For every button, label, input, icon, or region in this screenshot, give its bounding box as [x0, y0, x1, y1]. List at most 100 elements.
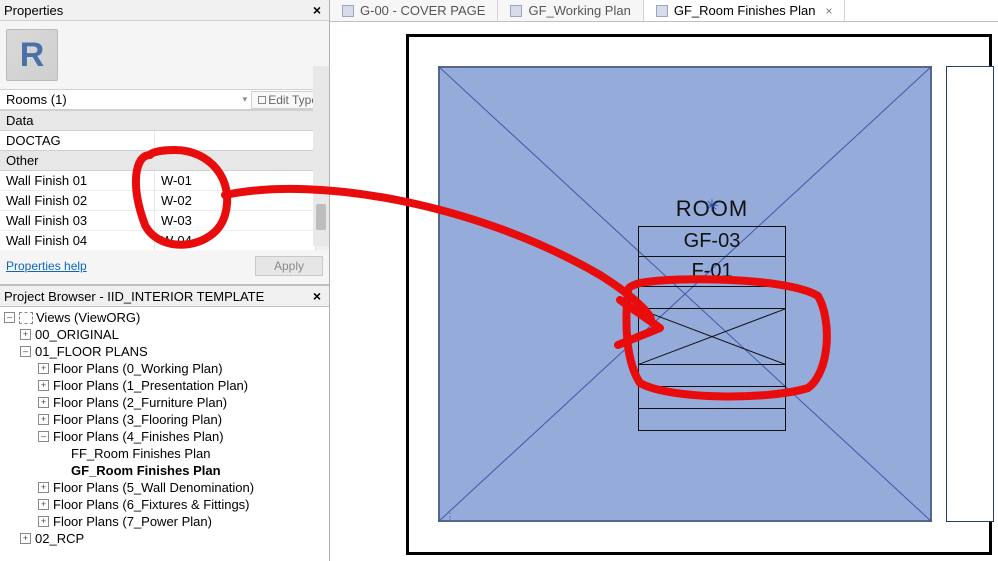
tree-node-label: Floor Plans (5_Wall Denomination)	[53, 479, 254, 496]
property-label: Wall Finish 02	[0, 191, 155, 210]
room-tag-blank-row	[638, 365, 786, 387]
expand-icon[interactable]: +	[38, 363, 49, 374]
tree-node-label: Floor Plans (1_Presentation Plan)	[53, 377, 248, 394]
property-row[interactable]: DOCTAG	[0, 131, 329, 150]
property-label: Wall Finish 03	[0, 211, 155, 230]
room-tag-blank-row	[638, 287, 786, 309]
instance-filter-dropdown[interactable]: Rooms (1)	[4, 90, 239, 109]
tree-node-label: Floor Plans (2_Furniture Plan)	[53, 394, 227, 411]
expand-icon[interactable]: +	[38, 380, 49, 391]
room-tag-blank-row	[638, 409, 786, 431]
view-tabs: G-00 - COVER PAGE GF_Working Plan GF_Room …	[330, 0, 998, 22]
tree-node[interactable]: + Floor Plans (7_Power Plan)	[2, 513, 327, 530]
sheet-icon	[656, 5, 668, 17]
tree-node[interactable]: – Views (ViewORG)	[2, 309, 327, 326]
property-label: Wall Finish 01	[0, 171, 155, 190]
project-browser-panel: Project Browser - IID_INTERIOR TEMPLATE …	[0, 285, 329, 561]
property-value[interactable]: W-04	[155, 231, 315, 250]
tree-node-label: FF_Room Finishes Plan	[71, 445, 210, 462]
twist-placeholder-icon	[56, 448, 67, 459]
property-row[interactable]: Wall Finish 04 W-04	[0, 230, 329, 250]
tree-node-label: Views (ViewORG)	[36, 309, 140, 326]
tree-node[interactable]: –01_FLOOR PLANS	[2, 343, 327, 360]
properties-scrollbar[interactable]	[313, 66, 329, 246]
property-value[interactable]: W-03	[155, 211, 315, 230]
tree-node[interactable]: + Floor Plans (2_Furniture Plan)	[2, 394, 327, 411]
tree-node-label: 01_FLOOR PLANS	[35, 343, 148, 360]
tree-node[interactable]: + Floor Plans (0_Working Plan)	[2, 360, 327, 377]
tree-node[interactable]: + Floor Plans (3_Flooring Plan)	[2, 411, 327, 428]
properties-header: Properties ×	[0, 0, 329, 21]
project-browser-tree[interactable]: –Views (ViewORG)+00_ORIGINAL–01_FLOOR PL…	[0, 307, 329, 549]
tree-node[interactable]: FF_Room Finishes Plan	[2, 445, 327, 462]
view-tab[interactable]: GF_Working Plan	[498, 0, 643, 21]
tab-label: G-00 - COVER PAGE	[360, 3, 485, 18]
collapse-icon[interactable]: –	[20, 346, 31, 357]
room-tag-blank-row	[638, 387, 786, 409]
room-tag-number: GF-03	[638, 226, 786, 257]
expand-icon[interactable]: +	[38, 397, 49, 408]
reference-marker-icon[interactable]: ✳	[705, 196, 718, 216]
tab-label: GF_Working Plan	[528, 3, 630, 18]
properties-panel: Properties × R Rooms (1) ▾ Edit Type Dat…	[0, 0, 329, 285]
tree-node[interactable]: + Floor Plans (5_Wall Denomination)	[2, 479, 327, 496]
tree-node-label: GF_Room Finishes Plan	[71, 462, 221, 479]
properties-help-link[interactable]: Properties help	[6, 259, 87, 273]
expand-icon[interactable]: +	[38, 499, 49, 510]
expand-icon[interactable]: +	[38, 516, 49, 527]
tree-node[interactable]: GF_Room Finishes Plan	[2, 462, 327, 479]
tab-label: GF_Room Finishes Plan	[674, 3, 816, 18]
collapse-icon[interactable]: –	[4, 312, 15, 323]
drawing-canvas[interactable]: ROOM GF-03 F-01 ✳ ⋮⋮	[330, 22, 998, 561]
sheet-icon	[342, 5, 354, 17]
views-root-icon	[19, 312, 33, 324]
property-row[interactable]: Wall Finish 01 W-01	[0, 171, 329, 190]
section-header-other: Other	[0, 150, 329, 171]
tree-node[interactable]: +00_ORIGINAL	[2, 326, 327, 343]
property-label: Wall Finish 04	[0, 231, 155, 250]
tree-node-label: 00_ORIGINAL	[35, 326, 119, 343]
tree-node-label: Floor Plans (0_Working Plan)	[53, 360, 223, 377]
sheet-icon	[510, 5, 522, 17]
twist-placeholder-icon	[56, 465, 67, 476]
tree-node-label: Floor Plans (3_Flooring Plan)	[53, 411, 222, 428]
view-scale-grip-icon[interactable]: ⋮⋮	[435, 512, 457, 521]
expand-icon[interactable]: +	[20, 329, 31, 340]
collapse-icon[interactable]: –	[38, 431, 49, 442]
expand-icon[interactable]: +	[38, 482, 49, 493]
property-value[interactable]: W-01	[155, 171, 315, 190]
close-icon[interactable]: ×	[309, 288, 325, 304]
tree-node-label: Floor Plans (6_Fixtures & Fittings)	[53, 496, 250, 513]
scrollbar-thumb[interactable]	[316, 204, 326, 230]
property-value[interactable]	[155, 131, 315, 150]
room-tag[interactable]: ROOM GF-03 F-01 ✳	[638, 192, 786, 431]
apply-button[interactable]: Apply	[255, 256, 323, 276]
type-selector-row[interactable]: R	[0, 21, 329, 89]
tree-node-label: Floor Plans (4_Finishes Plan)	[53, 428, 224, 445]
tree-node[interactable]: + Floor Plans (1_Presentation Plan)	[2, 377, 327, 394]
close-icon[interactable]: ×	[821, 4, 832, 18]
project-browser-title: Project Browser - IID_INTERIOR TEMPLATE	[4, 289, 264, 304]
property-label: DOCTAG	[0, 131, 155, 150]
tree-node-label: Floor Plans (7_Power Plan)	[53, 513, 212, 530]
properties-title: Properties	[4, 3, 63, 18]
property-value[interactable]: W-02	[155, 191, 315, 210]
properties-grid: Data DOCTAG Other Wall Finish 01 W-01 Wa…	[0, 110, 329, 250]
room-tag-finish: F-01 ✳	[638, 257, 786, 287]
tree-node-label: 02_RCP	[35, 530, 84, 547]
chevron-down-icon[interactable]: ▾	[239, 94, 252, 105]
tree-node[interactable]: +02_RCP	[2, 530, 327, 547]
view-tab[interactable]: G-00 - COVER PAGE	[330, 0, 498, 21]
tree-node[interactable]: + Floor Plans (6_Fixtures & Fittings)	[2, 496, 327, 513]
property-row[interactable]: Wall Finish 03 W-03	[0, 210, 329, 230]
expand-icon[interactable]: +	[38, 414, 49, 425]
section-header-data: Data	[0, 110, 329, 131]
expand-icon[interactable]: +	[20, 533, 31, 544]
close-icon[interactable]: ×	[309, 2, 325, 18]
tree-node[interactable]: –Floor Plans (4_Finishes Plan)	[2, 428, 327, 445]
type-preview-icon: R	[6, 29, 58, 81]
property-row[interactable]: Wall Finish 02 W-02	[0, 190, 329, 210]
room-tag-crossbox	[638, 309, 786, 365]
secondary-panel	[946, 66, 994, 522]
view-tab[interactable]: GF_Room Finishes Plan ×	[644, 0, 846, 21]
